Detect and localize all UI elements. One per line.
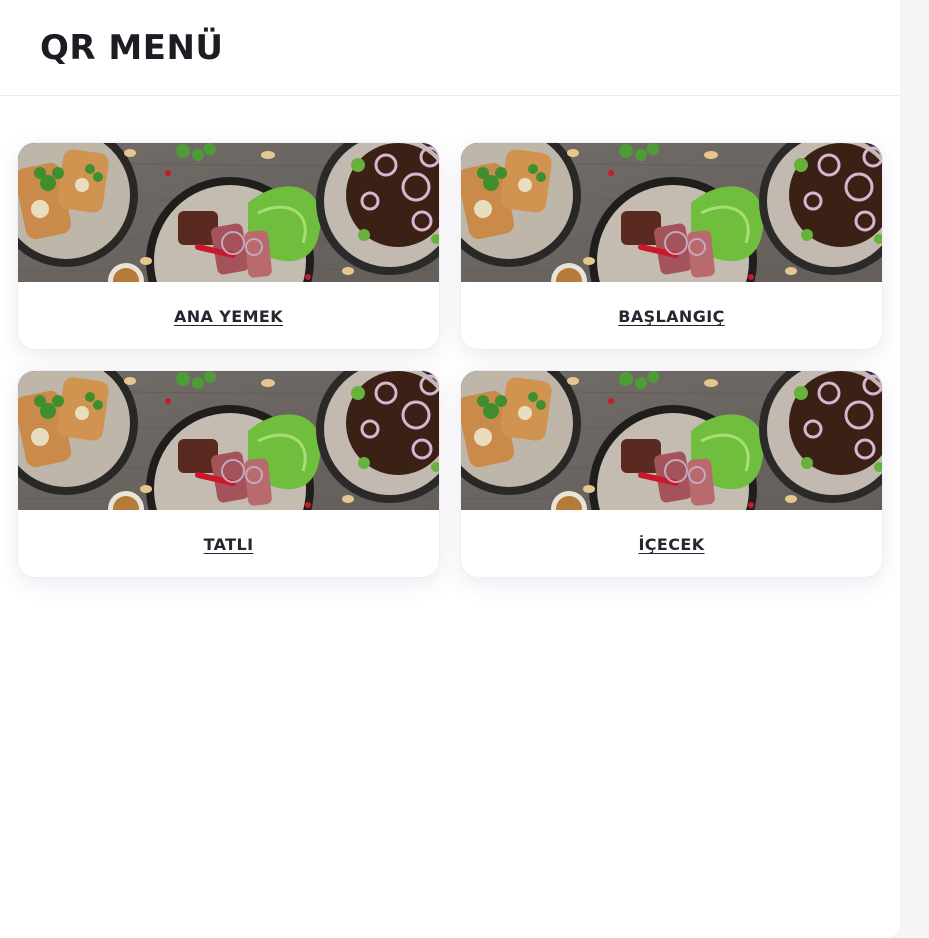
category-label-area: ANA YEMEK [18, 282, 439, 349]
page-header: QR MENÜ [0, 0, 900, 96]
category-label-area: TATLI [18, 510, 439, 577]
category-image [18, 143, 440, 282]
category-label-area: İÇECEK [461, 510, 882, 577]
category-card-icecek[interactable]: İÇECEK [460, 370, 883, 578]
category-label-area: BAŞLANGIÇ [461, 282, 882, 349]
page-title: QR MENÜ [40, 27, 224, 68]
category-image [461, 143, 883, 282]
app-panel: QR MENÜ ANA YEMEK BAŞLANGIÇ TATLI İÇECEK [0, 0, 900, 938]
category-card-baslangic[interactable]: BAŞLANGIÇ [460, 142, 883, 350]
category-card-tatli[interactable]: TATLI [17, 370, 440, 578]
category-grid: ANA YEMEK BAŞLANGIÇ TATLI İÇECEK [17, 142, 883, 578]
category-link-ana-yemek[interactable]: ANA YEMEK [174, 307, 283, 326]
category-card-ana-yemek[interactable]: ANA YEMEK [17, 142, 440, 350]
category-link-tatli[interactable]: TATLI [204, 535, 254, 554]
category-link-baslangic[interactable]: BAŞLANGIÇ [618, 307, 725, 326]
category-image [18, 371, 440, 510]
category-link-icecek[interactable]: İÇECEK [638, 535, 704, 554]
category-image [461, 371, 883, 510]
